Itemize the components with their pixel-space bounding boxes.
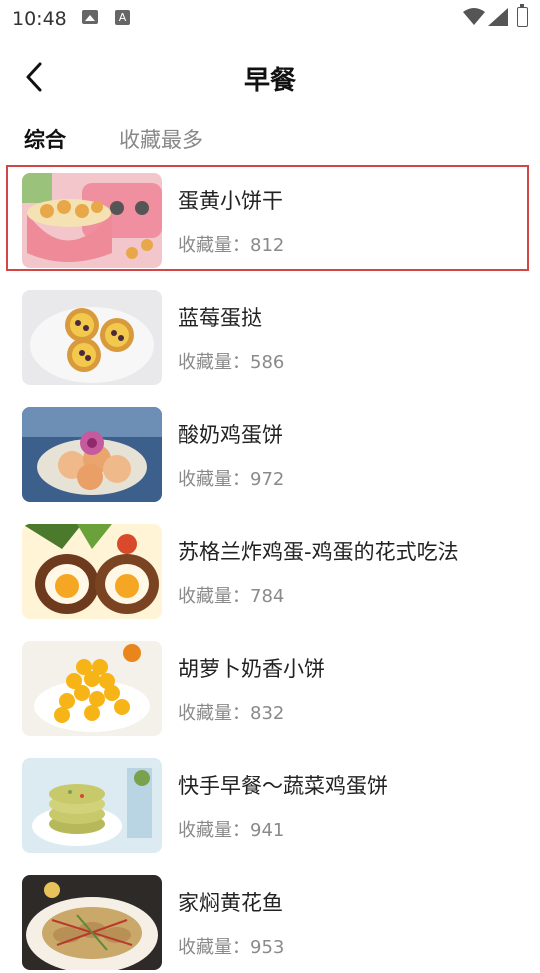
favorite-count: 收藏量：972 [178,465,284,491]
tab-most-favorited[interactable]: 收藏最多 [119,124,203,154]
favorite-count-value: 941 [250,820,285,841]
recipe-name: 酸奶鸡蛋饼 [178,423,283,447]
recipe-thumbnail [22,173,162,268]
status-time: 10:48 [12,8,67,30]
recipe-thumbnail [22,290,162,385]
favorite-count: 收藏量：586 [178,348,284,374]
favorite-count-value: 972 [250,469,285,490]
favorite-label: 收藏量： [178,469,250,490]
favorite-count: 收藏量：832 [178,699,284,725]
a-notification-icon: A [115,10,130,25]
favorite-count: 收藏量：941 [178,816,284,842]
recipe-thumbnail [22,875,162,970]
list-item[interactable]: 家焖黄花鱼 收藏量：953 [6,867,529,973]
recipe-name: 家焖黄花鱼 [178,891,283,915]
recipe-name: 胡萝卜奶香小饼 [178,657,325,681]
wifi-icon [463,8,485,25]
list-item[interactable]: 蛋黄小饼干 收藏量：812 [6,165,529,271]
recipe-name: 蛋黄小饼干 [178,189,283,213]
recipe-name: 苏格兰炸鸡蛋-鸡蛋的花式吃法 [178,540,459,564]
recipe-name: 蓝莓蛋挞 [178,306,262,330]
favorite-count: 收藏量：784 [178,582,284,608]
favorite-count: 收藏量：953 [178,933,284,959]
recipe-thumbnail [22,524,162,619]
list-item[interactable]: 蓝莓蛋挞 收藏量：586 [6,282,529,388]
recipe-thumbnail [22,641,162,736]
list-item[interactable]: 胡萝卜奶香小饼 收藏量：832 [6,633,529,739]
top-bar: 早餐 [0,50,540,106]
page-title: 早餐 [243,66,296,96]
recipe-name: 快手早餐～蔬菜鸡蛋饼 [178,774,388,798]
tab-comprehensive[interactable]: 综合 [24,124,66,154]
favorite-count-value: 812 [250,235,285,256]
favorite-label: 收藏量： [178,586,250,607]
favorite-label: 收藏量： [178,235,250,256]
favorite-count-value: 832 [250,703,285,724]
favorite-count: 收藏量：812 [178,231,284,257]
list-item[interactable]: 酸奶鸡蛋饼 收藏量：972 [6,399,529,505]
favorite-count-value: 784 [250,586,285,607]
favorite-count-value: 953 [250,937,285,958]
recipe-thumbnail [22,758,162,853]
image-notification-icon [82,10,98,24]
favorite-count-value: 586 [250,352,285,373]
favorite-label: 收藏量： [178,703,250,724]
recipe-thumbnail [22,407,162,502]
battery-icon [517,4,528,27]
list-item[interactable]: 苏格兰炸鸡蛋-鸡蛋的花式吃法 收藏量：784 [6,516,529,622]
list-item[interactable]: 快手早餐～蔬菜鸡蛋饼 收藏量：941 [6,750,529,856]
favorite-label: 收藏量： [178,352,250,373]
favorite-label: 收藏量： [178,937,250,958]
favorite-label: 收藏量： [178,820,250,841]
signal-icon [488,8,508,26]
status-bar: 10:48 A [0,0,540,38]
